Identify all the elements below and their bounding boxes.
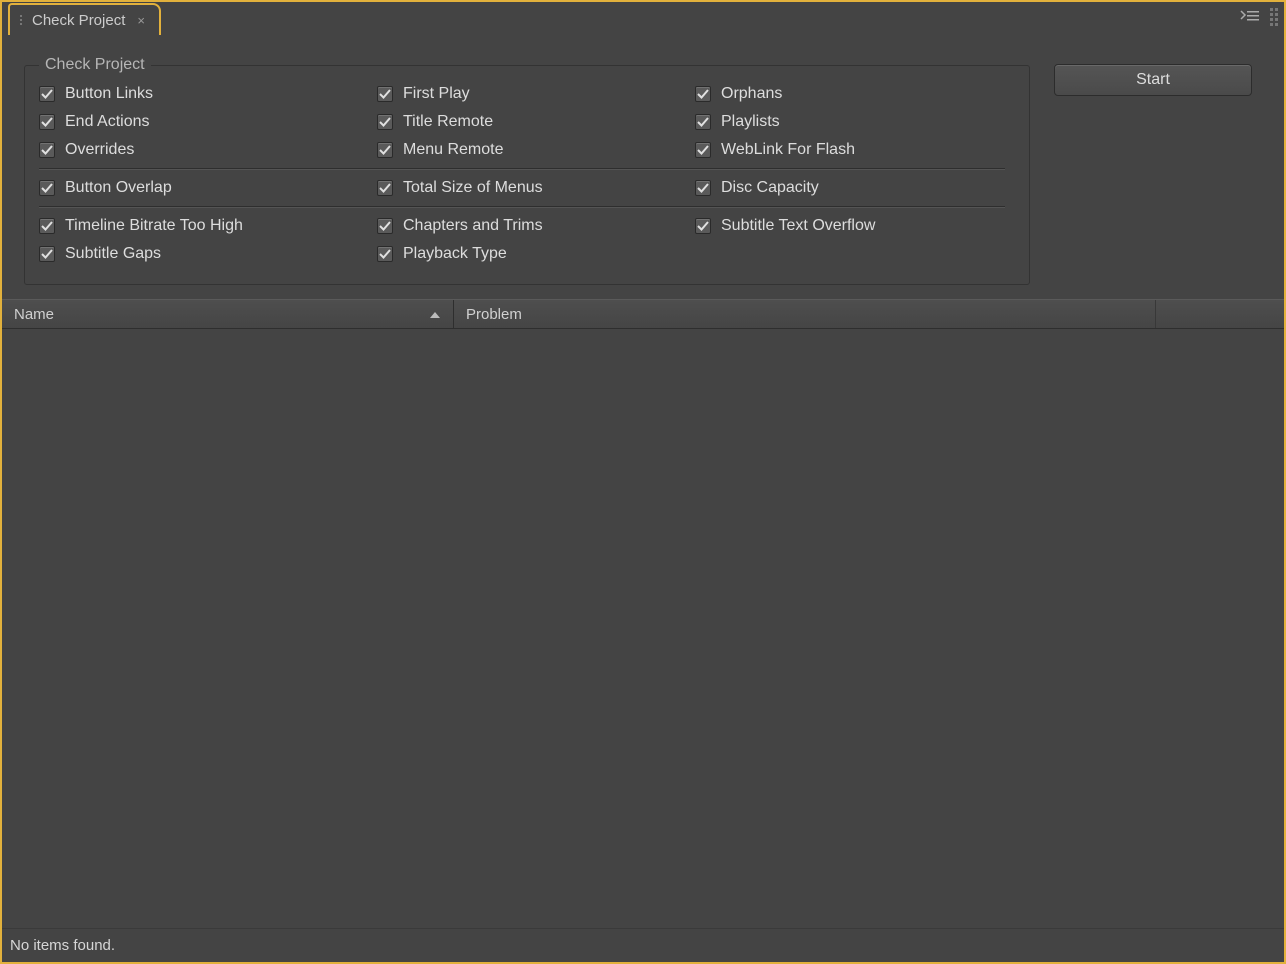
checkbox[interactable] [695,180,711,196]
check-label: Timeline Bitrate Too High [65,217,243,235]
check-item-playlists[interactable]: Playlists [695,113,1005,131]
check-row: Timeline Bitrate Too High Chapters and Tr… [39,212,1005,240]
checkbox[interactable] [695,86,711,102]
column-header-name-label: Name [14,306,54,323]
check-item-weblink-for-flash[interactable]: WebLink For Flash [695,141,1005,159]
check-item-subtitle-text-overflow[interactable]: Subtitle Text Overflow [695,217,1005,235]
checkbox[interactable] [695,114,711,130]
check-item-timeline-bitrate-too-high[interactable]: Timeline Bitrate Too High [39,217,369,235]
check-label: Overrides [65,141,134,159]
check-item-disc-capacity[interactable]: Disc Capacity [695,179,1005,197]
content-area: Check Project Button Links First Play Orph… [10,32,1284,299]
check-item-title-remote[interactable]: Title Remote [377,113,687,131]
check-label: Menu Remote [403,141,504,159]
check-item-chapters-and-trims[interactable]: Chapters and Trims [377,217,687,235]
checkbox[interactable] [377,246,393,262]
check-label: Total Size of Menus [403,179,543,197]
check-item-button-overlap[interactable]: Button Overlap [39,179,369,197]
sort-ascending-icon [429,306,441,323]
tab-title: Check Project [32,12,125,29]
check-label: Subtitle Gaps [65,245,161,263]
check-item-button-links[interactable]: Button Links [39,85,369,103]
check-project-group: Check Project Button Links First Play Orph… [24,56,1030,285]
check-label: Playback Type [403,245,507,263]
check-row: Subtitle Gaps Playback Type [39,240,1005,268]
group-legend: Check Project [39,56,151,74]
check-label: WebLink For Flash [721,141,855,159]
checkbox[interactable] [39,246,55,262]
panel-menu-icon[interactable] [1240,9,1260,26]
check-label: Chapters and Trims [403,217,543,235]
check-row: Button Overlap Total Size of Menus Disc Ca… [39,174,1005,202]
tab-grip-icon [20,15,22,25]
panel-right-controls [1240,8,1278,26]
check-item-total-size-of-menus[interactable]: Total Size of Menus [377,179,687,197]
check-item-orphans[interactable]: Orphans [695,85,1005,103]
check-label: First Play [403,85,470,103]
checkbox[interactable] [39,142,55,158]
check-item-menu-remote[interactable]: Menu Remote [377,141,687,159]
close-icon[interactable]: × [137,13,145,28]
status-text: No items found. [10,937,115,954]
group-divider [39,168,1005,170]
status-bar: No items found. [2,928,1284,962]
checkbox[interactable] [377,142,393,158]
check-label: End Actions [65,113,150,131]
results-area [10,329,1284,928]
check-label: Subtitle Text Overflow [721,217,875,235]
column-header-problem[interactable]: Problem [454,300,1156,328]
checkbox[interactable] [377,86,393,102]
checkbox[interactable] [377,180,393,196]
check-item-overrides[interactable]: Overrides [39,141,369,159]
check-row: Button Links First Play Orphans [39,80,1005,108]
check-item-end-actions[interactable]: End Actions [39,113,369,131]
checkbox[interactable] [695,142,711,158]
checkbox[interactable] [377,218,393,234]
tab-check-project[interactable]: Check Project × [8,3,161,35]
checkbox[interactable] [39,86,55,102]
checkbox[interactable] [39,114,55,130]
check-label: Orphans [721,85,782,103]
panel-drag-grip-icon[interactable] [1270,8,1278,26]
check-item-first-play[interactable]: First Play [377,85,687,103]
check-item-playback-type[interactable]: Playback Type [377,245,687,263]
check-project-panel: Check Project × Check Project Button Lin… [0,0,1286,964]
check-label: Playlists [721,113,780,131]
results-table-header: Name Problem [2,299,1284,329]
check-label: Disc Capacity [721,179,819,197]
side-buttons: Start [1054,56,1254,285]
checkbox[interactable] [39,218,55,234]
start-button[interactable]: Start [1054,64,1252,96]
check-label: Button Overlap [65,179,172,197]
checkbox[interactable] [695,218,711,234]
tab-bar: Check Project × [2,0,1284,32]
column-header-name[interactable]: Name [2,300,454,328]
check-row: Overrides Menu Remote WebLink For Flash [39,136,1005,164]
column-header-problem-label: Problem [466,306,522,323]
checkbox[interactable] [377,114,393,130]
check-item-subtitle-gaps[interactable]: Subtitle Gaps [39,245,369,263]
group-divider [39,206,1005,208]
check-label: Title Remote [403,113,493,131]
check-row: End Actions Title Remote Playlists [39,108,1005,136]
check-label: Button Links [65,85,153,103]
checkbox[interactable] [39,180,55,196]
